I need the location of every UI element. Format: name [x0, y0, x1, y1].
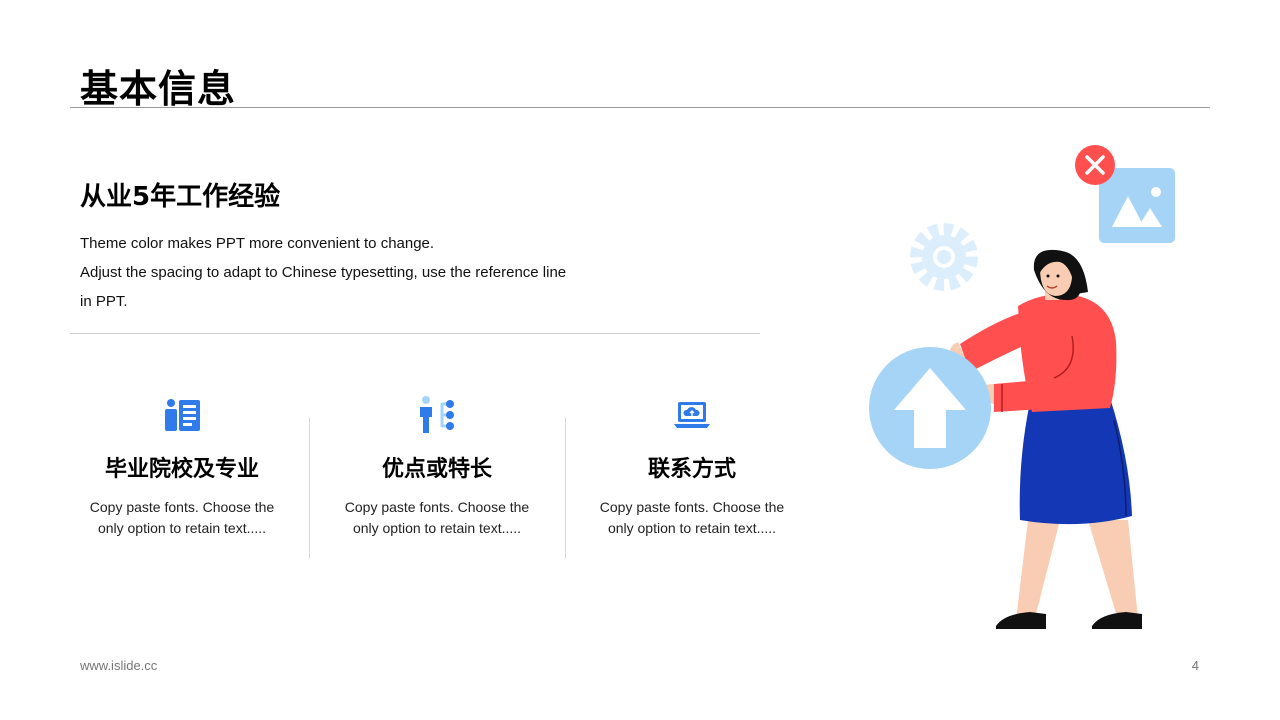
description-line: Theme color makes PPT more convenient to… [80, 235, 435, 252]
page-title: 基本信息 [80, 67, 237, 111]
feature-text: Copy paste fonts. Choose the only option … [89, 499, 275, 536]
feature-title: 毕业院校及专业 [104, 457, 259, 482]
section-subtitle: 从业5年工作经验 [80, 182, 281, 212]
footer-url: www.islide.cc [80, 658, 158, 673]
section-divider [70, 333, 760, 334]
id-card-icon [72, 395, 292, 435]
description-text: Theme color makes PPT more convenient to… [80, 229, 640, 316]
title-divider [70, 107, 1210, 108]
column-divider [565, 418, 566, 558]
feature-title: 优点或特长 [381, 457, 492, 482]
person-tree-icon [327, 395, 547, 435]
woman-upload-illustration [860, 140, 1190, 640]
description-line: Adjust the spacing to adapt to Chinese t… [80, 264, 567, 281]
image-icon [1099, 168, 1175, 243]
feature-education: 毕业院校及专业 Copy paste fonts. Choose the only… [72, 395, 292, 539]
feature-title: 联系方式 [647, 457, 736, 482]
feature-contact: 联系方式 Copy paste fonts. Choose the only op… [582, 395, 802, 539]
gear-icon [910, 223, 978, 291]
upload-arrow-icon [869, 347, 991, 469]
laptop-cloud-icon [582, 395, 802, 435]
description-line: in PPT. [80, 293, 128, 310]
column-divider [309, 418, 310, 558]
page-number: 4 [1191, 658, 1199, 673]
feature-strengths: 优点或特长 Copy paste fonts. Choose the only o… [327, 395, 547, 539]
feature-text: Copy paste fonts. Choose the only option … [599, 499, 785, 536]
close-icon [1075, 145, 1115, 185]
feature-text: Copy paste fonts. Choose the only option … [344, 499, 530, 536]
